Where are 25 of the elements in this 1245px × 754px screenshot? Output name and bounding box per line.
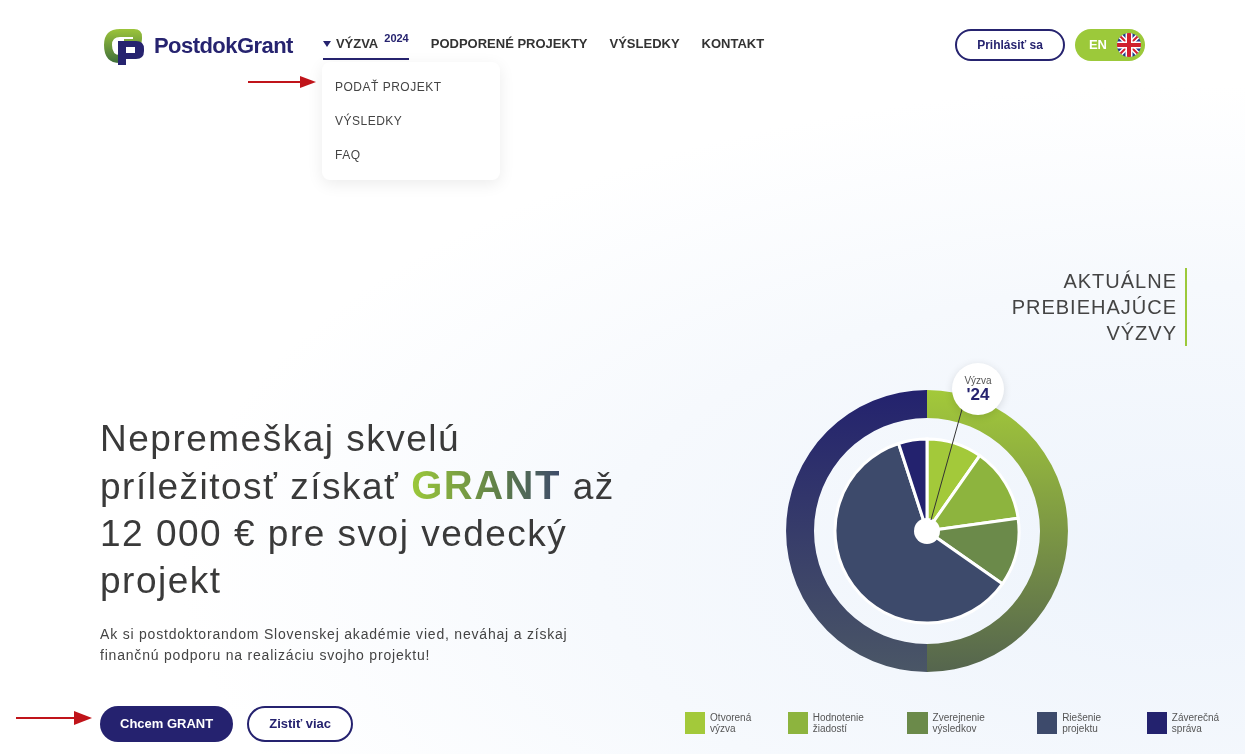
legend-label: Otvorená výzva bbox=[710, 712, 753, 734]
panel-title-line: PREBIEHAJÚCE bbox=[1011, 295, 1177, 320]
more-button[interactable]: Zistiť viac bbox=[247, 706, 354, 742]
flag-icon bbox=[1117, 33, 1141, 57]
panel-title-line: AKTUÁLNE bbox=[1063, 269, 1177, 294]
nav-link[interactable]: KONTAKT bbox=[701, 34, 765, 60]
legend-label: Riešenie projektu bbox=[1062, 712, 1103, 734]
dropdown-item[interactable]: PODAŤ PROJEKT bbox=[322, 70, 500, 104]
dropdown-item[interactable]: VÝSLEDKY bbox=[322, 104, 500, 138]
nav-link[interactable]: PODPORENÉ PROJEKTY bbox=[430, 34, 588, 60]
year-badge: Výzva '24 bbox=[952, 363, 1004, 415]
logo-text[interactable]: PostdokGrant bbox=[154, 28, 293, 62]
legend-label: Hodnotenie žiadostí bbox=[812, 712, 865, 734]
arrow-annotation bbox=[248, 76, 316, 88]
hero-headline: Nepremeškaj skvelú príležitosť získať GRANT až 12 000 € pre svoj vedecký projekt bbox=[100, 417, 616, 603]
login-button[interactable]: Prihlásiť sa bbox=[955, 29, 1065, 61]
nav-link[interactable]: VÝSLEDKY bbox=[609, 34, 680, 60]
cta-button[interactable]: Chcem GRANT bbox=[100, 706, 234, 742]
dropdown-item[interactable]: FAQ bbox=[322, 138, 500, 172]
legend-label: Zverejnenie výsledkov bbox=[932, 712, 986, 734]
pie-center bbox=[914, 518, 940, 544]
panel-title-line: VÝZVY bbox=[1106, 321, 1177, 346]
hero-text: Ak si postdoktorandom Slovenskej akadémie vied, neváhaj a získaj finančnú podporu na realizáciu svojho projektu! bbox=[100, 625, 569, 665]
nav-link[interactable]: VÝZVA $^{2024}$ bbox=[322, 34, 409, 60]
legend-label: Záverečná správa bbox=[1171, 712, 1221, 734]
